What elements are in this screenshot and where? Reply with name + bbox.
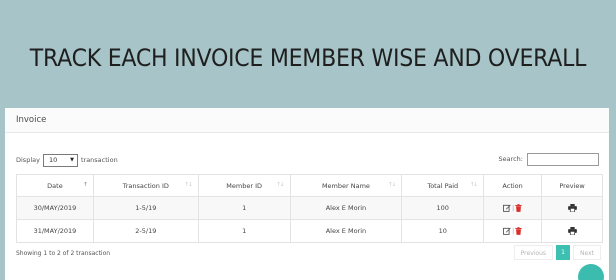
next-page-button[interactable]: Next <box>573 245 601 260</box>
display-label: Display <box>16 156 40 164</box>
page-headline: TRACK EACH INVOICE MEMBER WISE AND OVERA… <box>29 44 587 72</box>
search-input[interactable] <box>527 152 599 166</box>
sort-icon: ↑↓ <box>184 182 193 188</box>
cell-member-name: Alex E Morin <box>289 196 403 220</box>
cell-date: 30/MAY/2019 <box>16 196 94 220</box>
column-header-member-id[interactable]: Member ID ↑↓ <box>197 174 291 197</box>
cell-member-name: Alex E Morin <box>289 219 403 243</box>
invoice-panel: Invoice Display 10 ▼ transaction Search:… <box>5 108 609 280</box>
previous-page-button[interactable]: Previous <box>513 245 554 260</box>
edit-icon[interactable] <box>503 227 511 235</box>
cell-total-paid: 10 <box>401 219 485 243</box>
print-icon[interactable] <box>567 204 577 213</box>
page-1-button[interactable]: 1 <box>556 245 571 260</box>
edit-icon[interactable] <box>503 204 511 212</box>
column-header-action: Action <box>483 174 543 197</box>
panel-title: Invoice <box>5 108 609 133</box>
page-size-control: Display 10 ▼ transaction <box>16 153 118 167</box>
sort-icon: ↑ <box>83 182 88 188</box>
search-label: Search: <box>498 155 523 163</box>
action-separator: | <box>512 227 515 235</box>
table-header-row: Date ↑ Transaction ID ↑↓ Member ID ↑↓ Me… <box>16 174 603 197</box>
pagination: Previous 1 Next <box>513 245 601 260</box>
table-row: 30/MAY/2019 1-5/19 1 Alex E Morin 100 | <box>16 196 603 220</box>
transaction-label: transaction <box>80 156 118 164</box>
caret-down-icon: ▼ <box>70 156 74 163</box>
invoice-table: Date ↑ Transaction ID ↑↓ Member ID ↑↓ Me… <box>16 174 603 243</box>
cell-member-id: 1 <box>197 196 291 220</box>
print-icon[interactable] <box>567 227 577 236</box>
cell-action: | <box>483 196 543 220</box>
cell-transaction-id: 2-5/19 <box>92 219 199 243</box>
cell-transaction-id: 1-5/19 <box>92 196 199 220</box>
sort-icon: ↑↓ <box>276 182 284 188</box>
column-header-transaction-id[interactable]: Transaction ID ↑↓ <box>92 174 199 197</box>
table-controls: Display 10 ▼ transaction Search: <box>16 152 599 169</box>
action-separator: | <box>512 204 515 212</box>
column-header-member-name[interactable]: Member Name ↑↓ <box>289 174 403 197</box>
table-row: 31/MAY/2019 2-5/19 1 Alex E Morin 10 | <box>16 219 603 243</box>
column-header-preview: Preview <box>541 174 603 197</box>
cell-member-id: 1 <box>197 219 291 243</box>
cell-preview <box>541 219 603 243</box>
delete-icon[interactable] <box>515 227 522 235</box>
page-size-value: 10 <box>48 155 58 164</box>
page-size-select[interactable]: 10 ▼ <box>42 153 78 167</box>
cell-date: 31/MAY/2019 <box>16 219 94 243</box>
sort-icon: ↑↓ <box>388 182 396 188</box>
column-header-date[interactable]: Date ↑ <box>16 174 94 197</box>
pagination-info: Showing 1 to 2 of 2 transaction <box>16 250 111 257</box>
sort-icon: ↑↓ <box>469 182 478 188</box>
cell-total-paid: 100 <box>401 196 485 220</box>
cell-action: | <box>483 219 543 243</box>
cell-preview <box>541 196 603 220</box>
column-header-total-paid[interactable]: Total Paid ↑↓ <box>401 174 485 197</box>
search-control: Search: <box>498 152 599 166</box>
delete-icon[interactable] <box>515 204 522 212</box>
